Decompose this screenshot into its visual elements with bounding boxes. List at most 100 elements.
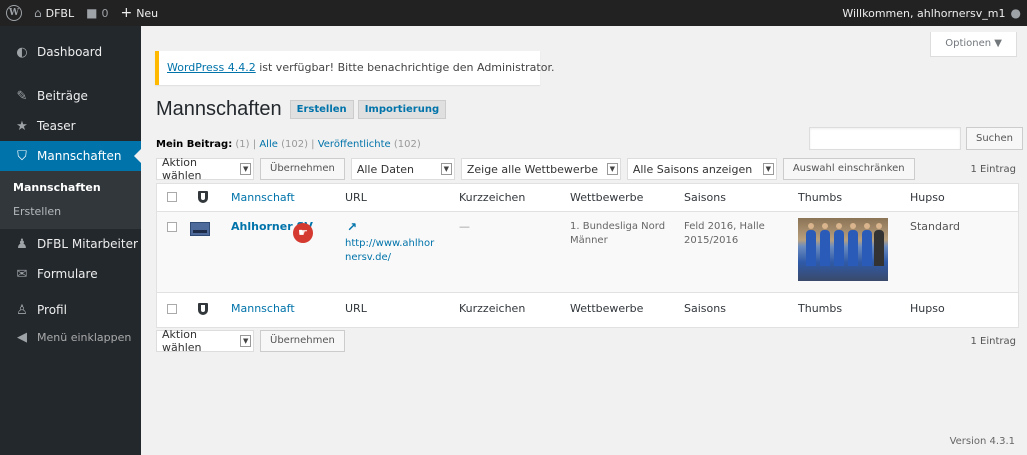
new-label: Neu — [136, 6, 159, 20]
apply-button-bottom[interactable]: Übernehmen — [260, 330, 345, 352]
items-count: 1 Eintrag — [970, 163, 1016, 175]
wordpress-icon: W — [6, 5, 22, 21]
column-header-mannschaft[interactable]: Mannschaft — [231, 191, 295, 204]
table-footer-row: Mannschaft URL Kurzzeichen Wettbewerbe S… — [157, 293, 1018, 327]
team-photo-thumbnail — [798, 218, 888, 281]
home-icon: ⌂ — [34, 6, 42, 20]
column-header-wettbewerbe: Wettbewerbe — [570, 191, 644, 204]
column-footer-wettbewerbe: Wettbewerbe — [570, 302, 644, 315]
site-name-label: DFBL — [45, 6, 75, 20]
tablenav-bottom: Aktion wählen ▼ Übernehmen 1 Eintrag — [156, 328, 1016, 354]
dashboard-icon: ◐ — [16, 44, 28, 60]
chevron-down-icon: ▼ — [240, 335, 251, 347]
column-footer-kurzzeichen: Kurzzeichen — [459, 302, 526, 315]
sidebar-item-label: Beiträge — [37, 89, 88, 103]
search-input[interactable] — [809, 127, 961, 150]
mail-icon: ✉ — [16, 266, 28, 282]
comment-icon: ■ — [86, 6, 98, 20]
table-header-row: Mannschaft URL Kurzzeichen Wettbewerbe S… — [157, 184, 1018, 212]
submenu-item-mannschaften[interactable]: Mannschaften — [0, 175, 141, 199]
shield-icon — [198, 303, 208, 315]
account-menu[interactable]: Willkommen, ahlhornersv_m1 ● — [842, 0, 1021, 26]
sidebar-item-mannschaften[interactable]: ⛉ Mannschaften — [0, 141, 141, 171]
column-footer-thumbs: Thumbs — [798, 302, 843, 315]
update-link[interactable]: WordPress 4.4.2 — [167, 61, 256, 74]
competition-value: 1. Bundesliga Nord Männer — [570, 221, 666, 246]
sidebar-item-profil[interactable]: ♙ Profil — [0, 295, 141, 325]
pin-icon: ✎ — [16, 88, 28, 104]
page-header: Mannschaften Erstellen Importierung — [156, 98, 450, 121]
version-text: Version 4.3.1 — [949, 436, 1015, 447]
site-name-link[interactable]: ⌂ DFBL — [28, 0, 80, 26]
sidebar-item-beitraege[interactable]: ✎ Beiträge — [0, 81, 141, 111]
table-row: Ahlhorner SV ☛ ↗ http://www.ahlhornersv.… — [157, 212, 1018, 293]
view-all-link[interactable]: Alle — [259, 139, 278, 150]
team-logo — [190, 222, 210, 236]
hand-cursor-icon: ☛ — [293, 223, 313, 243]
collapse-icon: ◀ — [17, 329, 27, 345]
column-header-saisons: Saisons — [684, 191, 726, 204]
people-icon: ♟ — [16, 236, 28, 252]
column-header-hupso: Hupso — [910, 191, 945, 204]
user-icon: ♙ — [16, 302, 28, 318]
shield-icon — [198, 191, 208, 203]
admin-bar: W ⌂ DFBL ■ 0 + Neu Willkommen, ahlhorner… — [0, 0, 1027, 26]
view-published-count: (102) — [393, 139, 421, 150]
submenu-item-erstellen[interactable]: Erstellen — [0, 199, 141, 223]
team-url-link[interactable]: http://www.ahlhornersv.de/ — [345, 237, 437, 265]
bulk-action-select[interactable]: Aktion wählen ▼ — [156, 156, 254, 182]
sidebar-item-label: Dashboard — [37, 45, 103, 59]
screen-options-button[interactable]: Optionen ▼ — [930, 32, 1017, 57]
date-filter-value: Alle Daten — [356, 162, 414, 176]
sidebar-item-teaser[interactable]: ★ Teaser — [0, 111, 141, 141]
apply-button[interactable]: Übernehmen — [260, 158, 345, 180]
chevron-down-icon: ▼ — [606, 163, 618, 175]
collapse-menu-button[interactable]: ◀ Menü einklappen — [0, 325, 141, 349]
view-mine-label[interactable]: Mein Beitrag: — [156, 139, 232, 150]
chevron-down-icon: ▼ — [240, 163, 251, 175]
user-avatar-icon: ● — [1010, 6, 1021, 20]
wordpress-logo-button[interactable]: W — [0, 0, 28, 26]
sidebar-item-label: Mannschaften — [37, 149, 122, 163]
row-checkbox[interactable] — [167, 222, 177, 232]
bulk-action-select-bottom[interactable]: Aktion wählen ▼ — [156, 328, 254, 354]
teams-table: Mannschaft URL Kurzzeichen Wettbewerbe S… — [156, 183, 1019, 328]
collapse-label: Menü einklappen — [37, 330, 132, 344]
chevron-down-icon: ▼ — [762, 163, 774, 175]
date-filter-select[interactable]: Alle Daten ▼ — [350, 158, 455, 180]
new-content-button[interactable]: + Neu — [114, 0, 164, 26]
column-header-thumbs: Thumbs — [798, 191, 843, 204]
tablenav-top: Aktion wählen ▼ Übernehmen Alle Daten ▼ … — [156, 156, 1016, 182]
short-code-value: — — [459, 220, 470, 233]
update-notice-text: ist verfügbar! Bitte benachrichtige den … — [255, 61, 555, 74]
page-title: Mannschaften — [156, 98, 282, 120]
column-header-kurzzeichen: Kurzzeichen — [459, 191, 526, 204]
import-button[interactable]: Importierung — [357, 100, 447, 119]
sidebar-item-dfbl-mitarbeiter[interactable]: ♟ DFBL Mitarbeiter — [0, 229, 141, 259]
filter-button[interactable]: Auswahl einschränken — [782, 158, 915, 180]
items-count-bottom: 1 Eintrag — [970, 335, 1016, 347]
select-all-checkbox[interactable] — [167, 192, 177, 202]
sidebar-item-label: Teaser — [37, 119, 76, 133]
seasons-value: Feld 2016, Halle 2015/2016 — [684, 221, 765, 246]
bulk-action-value: Aktion wählen — [162, 328, 202, 354]
view-published-link[interactable]: Veröffentlichte — [318, 139, 391, 150]
column-footer-mannschaft[interactable]: Mannschaft — [231, 302, 295, 315]
create-button[interactable]: Erstellen — [289, 100, 354, 119]
hupso-value: Standard — [910, 220, 961, 233]
sidebar-item-label: DFBL Mitarbeiter — [37, 237, 138, 251]
sidebar-item-dashboard[interactable]: ◐ Dashboard — [0, 37, 141, 67]
comments-link[interactable]: ■ 0 — [80, 0, 114, 26]
select-all-checkbox-footer[interactable] — [167, 304, 177, 314]
column-header-url: URL — [345, 191, 367, 204]
season-filter-select[interactable]: Alle Saisons anzeigen ▼ — [626, 158, 777, 180]
sidebar-item-formulare[interactable]: ✉ Formulare — [0, 259, 141, 289]
competition-filter-select[interactable]: Zeige alle Wettbewerbe ▼ — [460, 158, 621, 180]
comments-count: 0 — [101, 6, 109, 20]
bulk-action-value: Aktion wählen — [162, 156, 202, 182]
external-link-icon[interactable]: ↗ — [347, 220, 357, 234]
main-content: Optionen ▼ WordPress 4.4.2 ist verfügbar… — [141, 26, 1027, 455]
search-button[interactable]: Suchen — [966, 127, 1024, 150]
column-footer-saisons: Saisons — [684, 302, 726, 315]
update-notice: WordPress 4.4.2 ist verfügbar! Bitte ben… — [155, 51, 554, 85]
